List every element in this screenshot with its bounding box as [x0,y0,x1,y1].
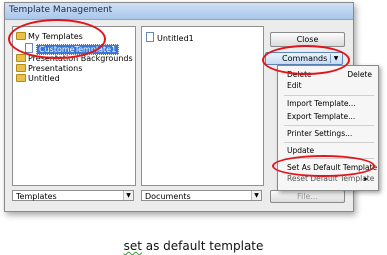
window-title: Template Management [9,5,113,15]
menu-item-update[interactable]: Update [287,146,314,155]
caption-prefix: set [123,239,142,253]
folder-icon [16,64,26,72]
caption-rest: as default template [141,239,264,253]
highlight-oval-set-default [272,155,375,177]
tree-item-label: Presentations [28,64,83,73]
chevron-down-icon: ▼ [123,191,133,200]
menu-separator [284,95,374,96]
document-icon [146,32,154,42]
caption: set as default template [0,239,387,253]
menu-item-label: Export Template... [287,112,356,121]
tree-item-label: Untitled [28,74,60,83]
highlight-oval-commands [262,45,350,75]
menu-item-import-template[interactable]: Import Template... [287,99,356,108]
folder-icon [16,74,26,82]
file-button-label: File... [296,192,318,201]
menu-item-label: Printer Settings... [287,129,353,138]
documents-panel: Untitled1 [141,26,264,186]
templates-combo[interactable]: Templates ▼ [12,190,134,201]
templates-combo-value: Templates [16,192,57,201]
title-bar[interactable]: Template Management [5,3,353,20]
file-button[interactable]: File... [270,190,345,203]
folder-icon [16,54,26,62]
submenu-arrow-icon: ▸ [364,174,368,183]
documents-combo-value: Documents [145,192,191,201]
close-button-label: Close [296,35,319,44]
menu-item-label: Update [287,146,315,155]
menu-item-export-template[interactable]: Export Template... [287,112,355,121]
document-item-untitled1[interactable]: Untitled1 [146,32,194,44]
menu-item-shortcut: Delete [347,70,372,79]
chevron-down-icon: ▼ [251,191,261,200]
documents-combo[interactable]: Documents ▼ [141,190,262,201]
menu-item-label: Edit [287,81,302,90]
menu-separator [284,142,374,143]
document-item-label: Untitled1 [157,34,194,43]
tree-item-presentations[interactable]: Presentations [16,64,82,74]
menu-item-label: Import Template... [287,99,356,108]
menu-separator [284,125,374,126]
highlight-oval-template [8,19,106,59]
tree-item-untitled[interactable]: Untitled [16,74,60,84]
menu-item-printer-settings[interactable]: Printer Settings... [287,129,352,138]
menu-item-edit[interactable]: Edit [287,81,302,90]
